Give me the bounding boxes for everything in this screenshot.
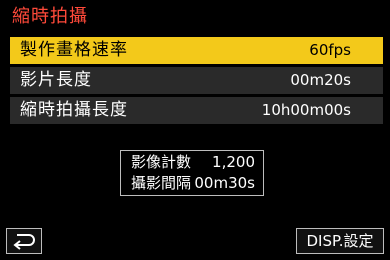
menu-item-value: 60fps: [309, 41, 351, 59]
menu-list: 製作畫格速率 60fps 影片長度 00m20s 縮時拍攝長度 10h00m00…: [10, 37, 383, 127]
info-panel: 影像計數 1,200 攝影間隔 00m30s: [120, 150, 264, 196]
menu-item-recording-length[interactable]: 縮時拍攝長度 10h00m00s: [10, 97, 383, 124]
menu-item-frame-rate[interactable]: 製作畫格速率 60fps: [10, 37, 383, 64]
interval-value: 00m30s: [194, 174, 255, 192]
menu-item-label: 製作畫格速率: [20, 40, 128, 60]
page-title: 縮時拍攝: [12, 6, 88, 27]
menu-item-movie-length[interactable]: 影片長度 00m20s: [10, 67, 383, 94]
image-count-label: 影像計數: [131, 153, 192, 171]
image-count-row: 影像計數 1,200: [121, 151, 263, 172]
back-button[interactable]: [6, 228, 42, 254]
menu-item-label: 縮時拍攝長度: [20, 100, 128, 120]
return-arrow-icon: [13, 234, 35, 250]
disp-settings-button[interactable]: DISP.設定: [296, 228, 384, 254]
menu-item-value: 10h00m00s: [261, 101, 351, 119]
image-count-value: 1,200: [212, 153, 255, 171]
menu-item-label: 影片長度: [20, 70, 92, 90]
interval-row: 攝影間隔 00m30s: [121, 172, 263, 193]
menu-item-value: 00m20s: [290, 71, 351, 89]
interval-label: 攝影間隔: [131, 174, 192, 192]
